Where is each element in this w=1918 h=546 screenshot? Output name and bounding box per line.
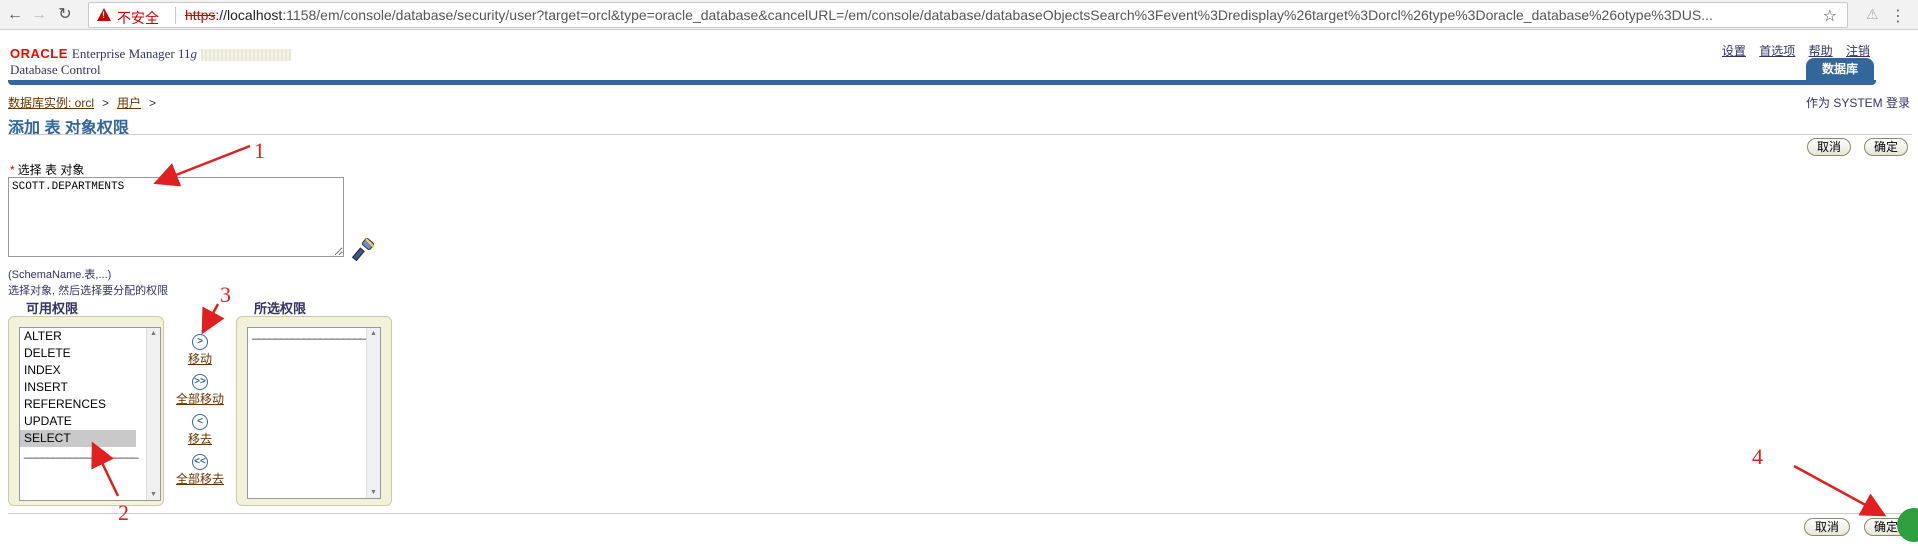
annotation-arrows xyxy=(91,144,1887,517)
annotation-arrow-1 xyxy=(153,144,251,187)
annotation-arrow-3 xyxy=(201,303,225,335)
annotation-number-1: 1 xyxy=(254,138,265,163)
annotation-number-3: 3 xyxy=(220,282,231,307)
annotation-number-2: 2 xyxy=(118,500,129,525)
annotation-arrow-2 xyxy=(91,441,120,497)
annotation-number-4: 4 xyxy=(1752,444,1763,469)
annotation-arrow-4 xyxy=(1793,464,1887,517)
